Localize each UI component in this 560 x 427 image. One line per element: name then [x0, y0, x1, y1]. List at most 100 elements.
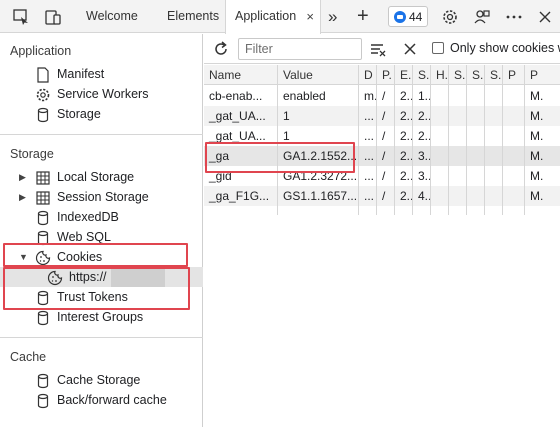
expand-arrow-icon[interactable]: ▶ — [19, 167, 26, 187]
table-cell: _ga — [209, 149, 230, 163]
add-tab-icon[interactable]: + — [357, 0, 369, 33]
database-icon — [35, 230, 51, 246]
tab-application[interactable]: Application × — [225, 0, 321, 34]
issues-badge[interactable]: 44 — [388, 6, 428, 27]
column-divider[interactable] — [466, 65, 467, 215]
table-cell: _gid — [209, 169, 232, 183]
table-cell: ... — [364, 169, 375, 183]
table-cell: m. — [364, 89, 377, 103]
column-header[interactable]: S. — [485, 65, 503, 85]
table-cell: enabled — [283, 89, 326, 103]
sidebar-item-label: Web SQL — [57, 230, 111, 244]
cookies-table: Name Value D P. E. S. H. S. S. S. P P cb-enab... ena… — [204, 65, 560, 427]
table-cell: 3... — [418, 169, 431, 183]
column-divider[interactable] — [448, 65, 449, 215]
table-row[interactable]: _gid GA1.2.3272...... / 2.. 3... M. — [204, 166, 560, 186]
only-show-cookies-checkbox[interactable] — [432, 42, 444, 54]
column-divider[interactable] — [502, 65, 503, 215]
table-cell: _ga_F1G... — [209, 189, 270, 203]
expand-arrow-icon[interactable]: ▶ — [19, 187, 26, 207]
table-cell: GA1.2.3272... — [283, 169, 358, 183]
devtools-tab-bar: Welcome Elements Application × » + 44 — [0, 0, 560, 34]
cookie-icon — [47, 270, 63, 286]
column-header[interactable]: S. — [413, 65, 431, 85]
sidebar-item-label: Cookies — [57, 250, 103, 264]
inspect-element-icon[interactable] — [10, 6, 32, 28]
table-cell: 2.. — [400, 189, 413, 203]
table-cell: M. — [530, 189, 544, 203]
database-icon — [35, 290, 51, 306]
table-cell: M. — [530, 109, 544, 123]
customize-icon[interactable] — [471, 6, 493, 28]
only-show-cookies-label: Only show cookies w — [450, 41, 560, 55]
table-cell — [449, 106, 467, 126]
column-header[interactable]: E. — [395, 65, 413, 85]
column-divider[interactable] — [430, 65, 431, 215]
table-cell — [467, 106, 485, 126]
settings-gear-icon[interactable] — [439, 6, 461, 28]
tab-elements[interactable]: Elements — [167, 0, 219, 33]
table-cell — [449, 166, 467, 186]
table-cell: _gat_UA... — [209, 129, 266, 143]
close-devtools-icon[interactable] — [534, 6, 556, 28]
table-cell — [467, 146, 485, 166]
table-cell: 3... — [418, 149, 431, 163]
table-cell — [503, 146, 525, 166]
database-icon — [35, 393, 51, 409]
column-header[interactable]: D — [359, 65, 377, 85]
grid-icon — [35, 190, 51, 206]
collapse-arrow-icon[interactable]: ▼ — [19, 247, 28, 267]
table-cell — [467, 86, 485, 106]
database-icon — [35, 107, 51, 123]
filter-input[interactable] — [238, 38, 362, 60]
grid-icon — [35, 170, 51, 186]
column-divider[interactable] — [277, 65, 278, 215]
table-cell — [485, 186, 503, 206]
sidebar-item-label: Service Workers — [57, 87, 149, 101]
column-divider[interactable] — [358, 65, 359, 215]
refresh-icon[interactable] — [210, 38, 232, 60]
table-cell: / — [382, 169, 386, 183]
column-header[interactable]: P — [503, 65, 525, 85]
tab-application-label: Application — [235, 9, 297, 23]
device-emulation-icon[interactable] — [42, 6, 64, 28]
section-title-application: Application — [10, 44, 72, 58]
table-row[interactable]: cb-enab... enabled m. / 2.. 1... M. — [204, 86, 560, 106]
section-title-storage: Storage — [10, 147, 54, 161]
more-tabs-icon[interactable]: » — [328, 0, 337, 33]
column-header[interactable]: P. — [377, 65, 395, 85]
cookie-icon — [35, 250, 51, 266]
clear-all-icon[interactable] — [399, 38, 421, 60]
column-divider[interactable] — [412, 65, 413, 215]
sidebar-item-label: Storage — [57, 107, 101, 121]
sidebar-item-label: Interest Groups — [57, 310, 144, 324]
table-cell — [449, 126, 467, 146]
table-cell: 2.. — [400, 129, 413, 143]
column-header[interactable]: H. — [431, 65, 449, 85]
database-icon — [35, 373, 51, 389]
cookies-toolbar: Only show cookies w — [204, 34, 560, 64]
column-divider[interactable] — [524, 65, 525, 215]
column-divider[interactable] — [394, 65, 395, 215]
more-options-icon[interactable] — [503, 6, 525, 28]
table-row[interactable]: _gat_UA... 1... / 2.. 2... M. — [204, 126, 560, 146]
table-cell — [467, 166, 485, 186]
column-header[interactable]: P — [525, 65, 560, 85]
table-cell: GA1.2.1552... — [283, 149, 358, 163]
table-row[interactable]: _ga GA1.2.1552...... / 2.. 3... M. — [204, 146, 560, 166]
application-sidebar: Application Manifest Service Workers Sto… — [0, 34, 203, 427]
column-header[interactable]: Name — [204, 65, 278, 85]
clear-filtered-icon[interactable] — [367, 38, 389, 60]
close-tab-icon[interactable]: × — [306, 0, 314, 33]
table-row[interactable]: _ga_F1G... GS1.1.1657...... / 2.. 4... M. — [204, 186, 560, 206]
tab-welcome[interactable]: Welcome — [86, 0, 138, 33]
column-divider[interactable] — [376, 65, 377, 215]
table-cell: 2... — [418, 109, 431, 123]
table-cell — [503, 106, 525, 126]
table-cell: / — [382, 89, 386, 103]
table-row[interactable]: _gat_UA... 1... / 2.. 2... M. — [204, 106, 560, 126]
column-header[interactable]: S. — [467, 65, 485, 85]
column-header[interactable]: Value — [278, 65, 359, 85]
column-header[interactable]: S. — [449, 65, 467, 85]
column-divider[interactable] — [484, 65, 485, 215]
